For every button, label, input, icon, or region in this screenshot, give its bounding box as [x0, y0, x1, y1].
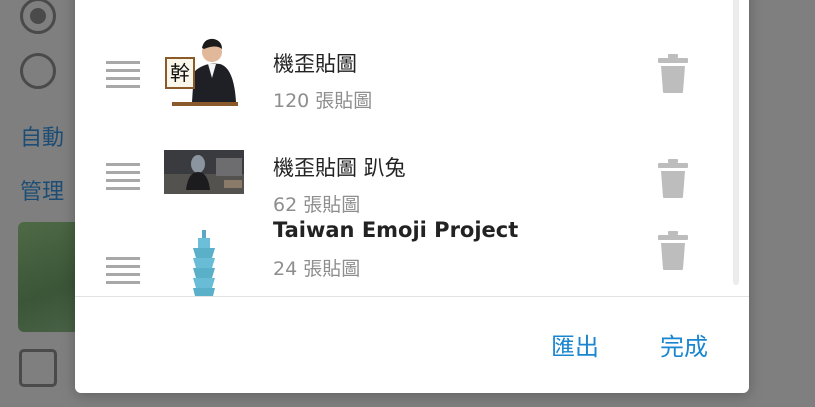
- drag-handle-icon[interactable]: [106, 61, 140, 93]
- sticker-manage-dialog: ⁠ 幹 機歪貼圖 120 張貼圖: [75, 0, 749, 393]
- trash-icon[interactable]: [657, 230, 689, 270]
- sticker-count: 24 張貼圖: [273, 258, 361, 280]
- list-scrollbar[interactable]: [733, 0, 739, 285]
- done-button[interactable]: 完成: [660, 327, 708, 362]
- sticker-row: 幹 機歪貼圖 120 張貼圖: [75, 28, 725, 118]
- radio-option-selected[interactable]: [20, 0, 56, 34]
- sticker-row: 機歪貼圖 趴兔 62 張貼圖: [75, 128, 725, 218]
- sticker-list: ⁠ 幹 機歪貼圖 120 張貼圖: [75, 0, 749, 297]
- radio-selected-icon: [30, 8, 46, 24]
- export-button[interactable]: 匯出: [551, 327, 599, 362]
- sticker-title: Taiwan Emoji Project: [273, 218, 519, 242]
- sticker-thumbnail: [164, 150, 244, 194]
- thumbnail-calligraphy: 幹: [170, 61, 190, 85]
- drag-handle-icon[interactable]: [106, 257, 140, 289]
- radio-option-unselected[interactable]: [20, 53, 56, 89]
- sticker-row: Taiwan Emoji Project 24 張貼圖: [75, 218, 725, 296]
- sticker-title: 機歪貼圖: [273, 52, 357, 76]
- trash-icon[interactable]: [657, 53, 689, 93]
- background-checkbox[interactable]: [19, 349, 57, 387]
- sticker-count: 120 張貼圖: [273, 90, 373, 112]
- trash-icon[interactable]: [657, 158, 689, 198]
- sticker-count: 62 張貼圖: [273, 194, 361, 216]
- background-link-auto[interactable]: 自動: [20, 120, 64, 152]
- sticker-thumbnail: [164, 230, 244, 296]
- background-link-manage[interactable]: 管理: [20, 174, 64, 206]
- sticker-thumbnail: 幹: [164, 32, 244, 112]
- sticker-title: 機歪貼圖 趴兔: [273, 156, 406, 180]
- drag-handle-icon[interactable]: [106, 163, 140, 195]
